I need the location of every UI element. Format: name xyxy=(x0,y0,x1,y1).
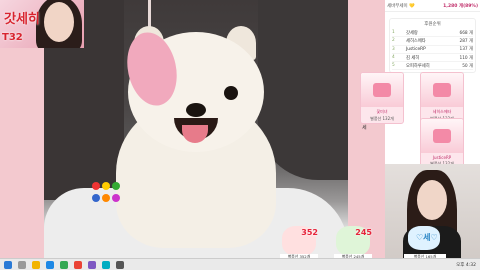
search-letter: 세 xyxy=(362,125,367,131)
app-icon[interactable] xyxy=(88,260,96,269)
app-icon[interactable] xyxy=(116,260,124,269)
gift-badge-icon xyxy=(433,83,451,97)
streamer-webcam: 갓세히 T32 xyxy=(0,0,84,48)
donor-card[interactable]: 세히스에타 별풍선 132개 xyxy=(420,72,464,124)
clock[interactable]: 오후 4:32 xyxy=(456,262,476,268)
gift-badge-icon xyxy=(373,83,391,97)
ranking-title: 후원순위 xyxy=(424,22,441,27)
streamer-number: T32 xyxy=(2,32,23,43)
colorful-toys xyxy=(92,182,128,204)
folder-icon[interactable] xyxy=(32,260,40,269)
app-icon[interactable] xyxy=(60,260,68,269)
ranking-row[interactable]: 5 오피하루세히 50 개 xyxy=(392,62,473,71)
donation-overlay: 352 별풍선 352개 xyxy=(280,226,318,260)
ranking-row[interactable]: 4 김 세히 110 개 xyxy=(392,54,473,63)
gift-badge-icon xyxy=(433,129,451,143)
bunny-overlay: ♡세♡ 별풍선 165개 xyxy=(404,226,446,260)
search-icon[interactable] xyxy=(18,260,26,269)
balance: 1,280 개(89%) xyxy=(443,3,478,9)
donation-overlay: 245 별풍선 245개 xyxy=(334,226,372,260)
ranking-box: 후원순위 1 갓세랑 668 개 2 세히스에타 287 개 3 Justice… xyxy=(389,18,476,74)
start-icon[interactable] xyxy=(4,260,12,269)
streamer-name: 갓세히 xyxy=(4,12,40,27)
taskbar: 오후 4:32 xyxy=(0,258,480,270)
stream-video[interactable] xyxy=(44,0,348,258)
app-icon[interactable] xyxy=(74,260,82,269)
donor-card[interactable]: JusticeRP 별풍선 132개 xyxy=(420,118,464,170)
panel-title: 세바무세이 💛 xyxy=(387,3,415,9)
app-icon[interactable] xyxy=(102,260,110,269)
ranking-row[interactable]: 1 갓세랑 668 개 xyxy=(392,29,473,38)
donor-card[interactable]: 꽃미녀 별풍선 132개 xyxy=(360,72,404,124)
panel-header: 세바무세이 💛 1,280 개(89%) xyxy=(385,0,480,12)
browser-icon[interactable] xyxy=(46,260,54,269)
ranking-row[interactable]: 2 세히스에타 287 개 xyxy=(392,37,473,46)
ranking-row[interactable]: 3 JusticeRP 137 개 xyxy=(392,46,473,54)
